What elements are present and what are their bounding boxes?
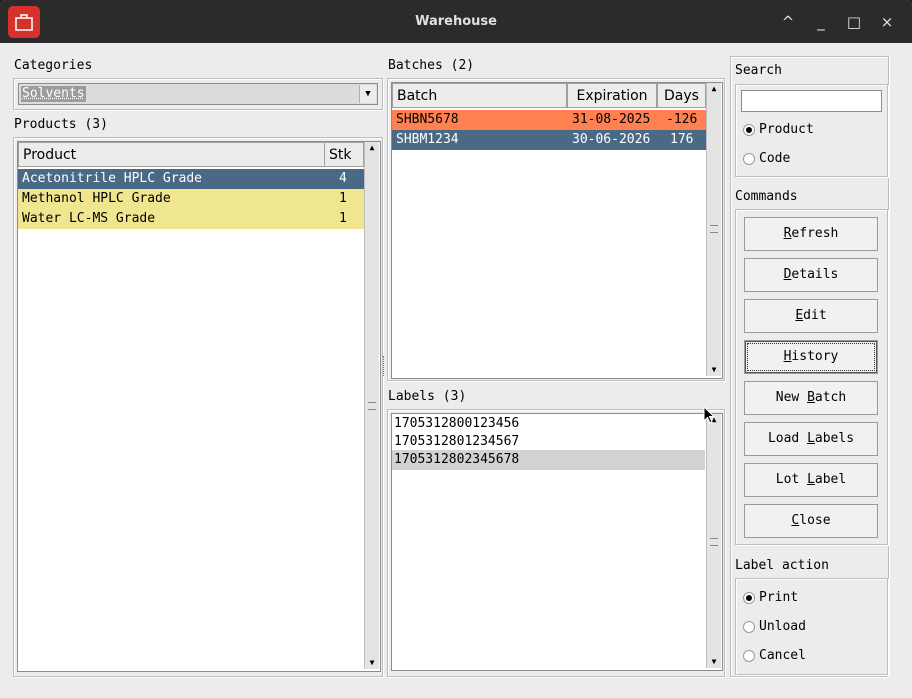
product-stk: 1 bbox=[339, 211, 347, 226]
minimize-icon[interactable]: _ bbox=[810, 11, 832, 33]
commands-label: Commands bbox=[735, 189, 798, 204]
table-row[interactable]: SHBN5678 31-08-2025 -126 bbox=[392, 110, 706, 130]
lot-label-button[interactable]: Lot Label bbox=[744, 463, 878, 497]
radio-product[interactable] bbox=[743, 124, 755, 136]
edit-button[interactable]: Edit bbox=[744, 299, 878, 333]
details-button[interactable]: Details bbox=[744, 258, 878, 292]
batch-code: SHBN5678 bbox=[396, 112, 459, 127]
batch-code: SHBM1234 bbox=[396, 132, 459, 147]
radio-print[interactable] bbox=[743, 592, 755, 604]
list-item[interactable]: 1705312800123456 bbox=[392, 414, 707, 434]
close-button[interactable]: Close bbox=[744, 504, 878, 538]
label-action-frame bbox=[735, 578, 888, 675]
table-row[interactable]: Water LC-MS Grade 1 bbox=[18, 209, 364, 229]
products-scrollbar[interactable]: ▲ ▼ bbox=[364, 142, 379, 669]
radio-unload[interactable] bbox=[743, 621, 755, 633]
scroll-up-icon[interactable]: ▲ bbox=[707, 83, 721, 95]
radio-print-label[interactable]: Print bbox=[759, 590, 798, 605]
radio-cancel[interactable] bbox=[743, 650, 755, 662]
products-label: Products (3) bbox=[14, 117, 108, 132]
product-name: Acetonitrile HPLC Grade bbox=[22, 171, 203, 186]
warehouse-window: Warehouse ^ _ □ × Categories Solvents ▼ … bbox=[0, 0, 912, 698]
title-bar[interactable]: Warehouse ^ _ □ × bbox=[0, 0, 912, 43]
radio-unload-label[interactable]: Unload bbox=[759, 619, 806, 634]
load-labels-button[interactable]: Load Labels bbox=[744, 422, 878, 456]
categories-selected: Solvents bbox=[21, 86, 86, 102]
scroll-up-icon[interactable]: ▲ bbox=[365, 142, 379, 154]
batches-col-expiration[interactable]: Expiration bbox=[567, 83, 657, 108]
batches-scrollbar[interactable]: ▲ ▼ bbox=[706, 83, 721, 376]
products-col-product[interactable]: Product bbox=[18, 142, 325, 167]
batch-expiration: 31-08-2025 bbox=[572, 112, 651, 127]
window-title: Warehouse bbox=[415, 14, 497, 29]
scroll-grip-icon[interactable] bbox=[710, 225, 718, 233]
dropdown-arrow-icon[interactable]: ▼ bbox=[359, 85, 376, 103]
search-label: Search bbox=[735, 63, 782, 78]
scroll-down-icon[interactable]: ▼ bbox=[365, 657, 379, 669]
radio-product-label[interactable]: Product bbox=[759, 122, 814, 137]
batch-days: -126 bbox=[666, 112, 698, 127]
products-col-stk[interactable]: Stk bbox=[324, 142, 364, 167]
label-action-label: Label action bbox=[735, 558, 829, 573]
batches-col-batch[interactable]: Batch bbox=[392, 83, 567, 108]
search-input[interactable] bbox=[741, 90, 882, 112]
maximize-up-icon[interactable]: ^ bbox=[777, 11, 799, 33]
restore-icon[interactable]: □ bbox=[843, 11, 865, 33]
table-row[interactable]: Acetonitrile HPLC Grade 4 bbox=[18, 169, 364, 189]
scroll-grip-icon[interactable] bbox=[368, 402, 376, 410]
radio-code-label[interactable]: Code bbox=[759, 151, 790, 166]
table-row[interactable]: Methanol HPLC Grade 1 bbox=[18, 189, 364, 209]
batches-label: Batches (2) bbox=[388, 58, 475, 73]
radio-cancel-label[interactable]: Cancel bbox=[759, 648, 806, 663]
list-item[interactable]: 1705312801234567 bbox=[392, 432, 707, 452]
table-row[interactable]: SHBM1234 30-06-2026 176 bbox=[392, 130, 706, 150]
categories-label: Categories bbox=[14, 58, 93, 73]
batch-expiration: 30-06-2026 bbox=[572, 132, 651, 147]
categories-combo[interactable]: Solvents ▼ bbox=[18, 83, 378, 105]
new-batch-button[interactable]: New Batch bbox=[744, 381, 878, 415]
product-stk: 1 bbox=[339, 191, 347, 206]
history-button[interactable]: History bbox=[744, 340, 878, 374]
labels-scrollbar[interactable]: ▲ ▼ bbox=[706, 414, 721, 668]
mouse-pointer-icon bbox=[703, 406, 716, 424]
product-name: Water LC-MS Grade bbox=[22, 211, 156, 226]
list-item[interactable]: 1705312802345678 bbox=[392, 450, 705, 470]
close-window-icon[interactable]: × bbox=[876, 11, 898, 33]
labels-label: Labels (3) bbox=[388, 389, 467, 404]
product-stk: 4 bbox=[339, 171, 347, 186]
scroll-grip-icon[interactable] bbox=[710, 538, 718, 546]
product-name: Methanol HPLC Grade bbox=[22, 191, 171, 206]
batches-col-days[interactable]: Days bbox=[657, 83, 706, 108]
scroll-down-icon[interactable]: ▼ bbox=[707, 656, 721, 668]
refresh-button[interactable]: Refresh bbox=[744, 217, 878, 251]
radio-code[interactable] bbox=[743, 153, 755, 165]
batch-days: 176 bbox=[670, 132, 694, 147]
scroll-down-icon[interactable]: ▼ bbox=[707, 364, 721, 376]
